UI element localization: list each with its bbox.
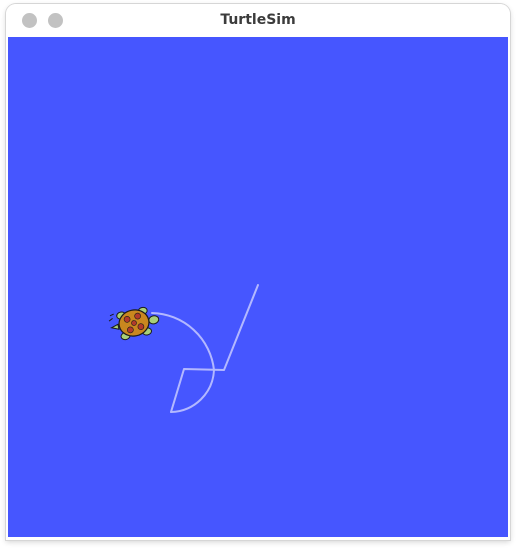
turtlesim-window: TurtleSim xyxy=(6,4,510,540)
window-title: TurtleSim xyxy=(220,12,296,28)
turtle-canvas xyxy=(8,37,508,537)
title-bar[interactable]: TurtleSim xyxy=(6,4,510,37)
